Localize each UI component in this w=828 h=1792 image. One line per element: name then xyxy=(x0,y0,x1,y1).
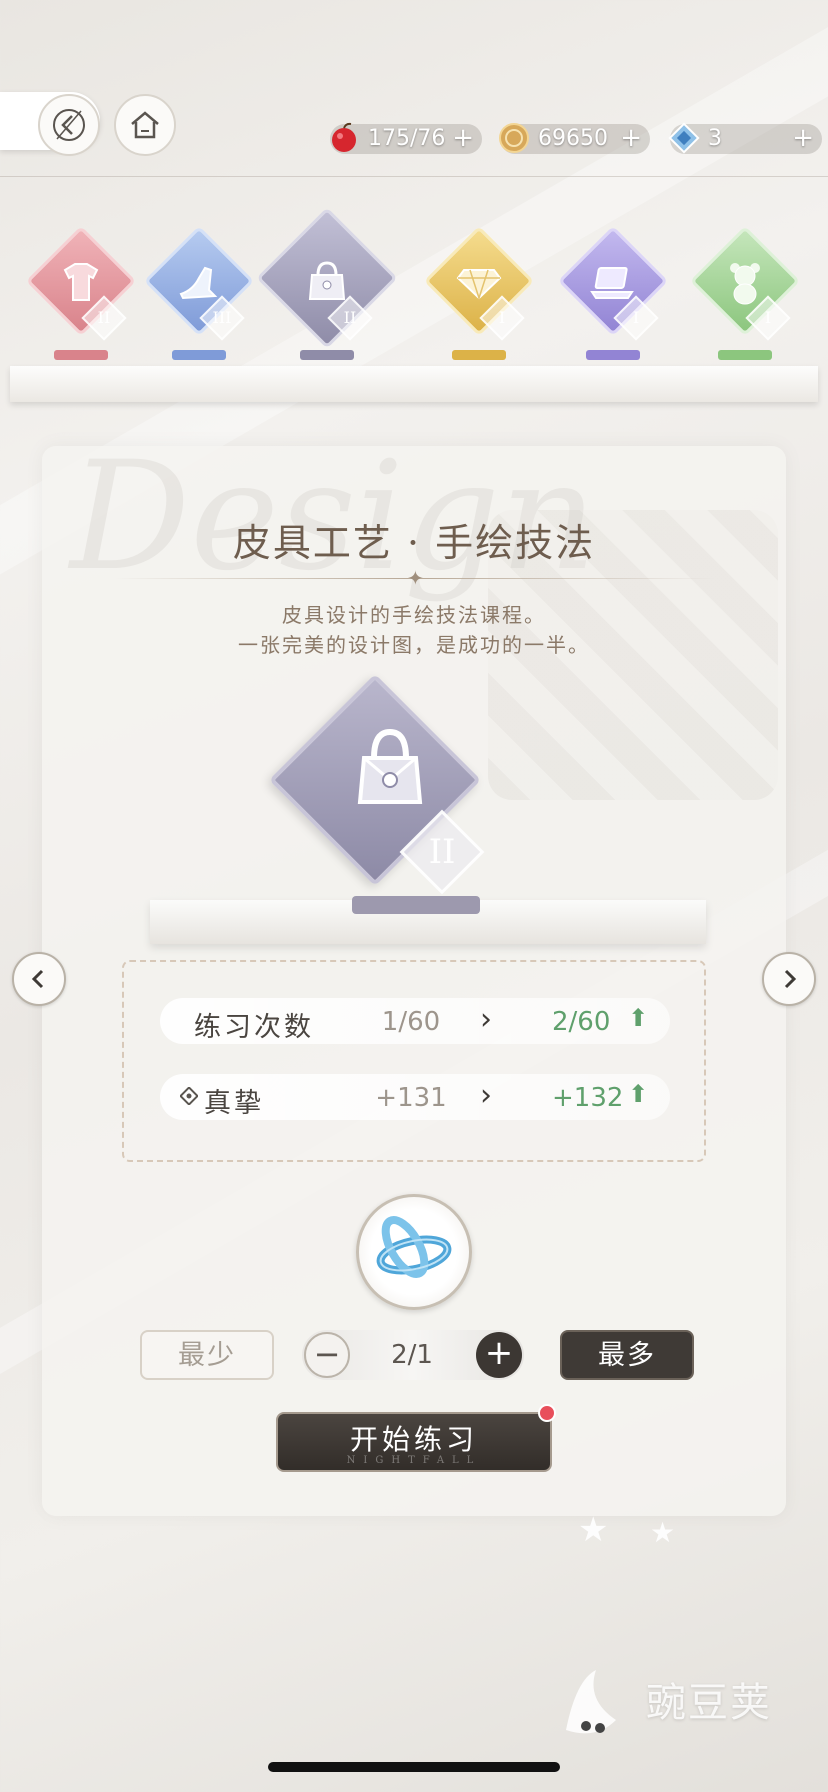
handbag-icon xyxy=(272,250,382,314)
add-stamina-button[interactable]: + xyxy=(452,123,474,153)
resource-stamina[interactable]: 175/76 + xyxy=(330,122,482,154)
max-quantity-button[interactable]: 最多 xyxy=(560,1330,694,1380)
category-level: II xyxy=(343,308,357,327)
chevron-right-icon xyxy=(784,969,797,989)
category-bags-selected[interactable]: II xyxy=(256,207,398,367)
notification-dot xyxy=(538,1404,556,1422)
stat-current-value: +131 xyxy=(375,1083,447,1113)
decrease-button[interactable]: − xyxy=(304,1332,350,1378)
description-line-2: 一张完美的设计图，是成功的一半。 xyxy=(238,633,590,657)
stat-label: 练习次数 xyxy=(194,1012,314,1043)
laptop-icon xyxy=(558,250,668,314)
next-course-button[interactable] xyxy=(762,952,816,1006)
practice-material-item[interactable] xyxy=(356,1194,472,1310)
stat-label: 真挚 xyxy=(204,1088,264,1119)
trophy-stand xyxy=(352,896,480,914)
category-stand xyxy=(586,350,640,360)
category-jewelry[interactable]: I xyxy=(423,225,535,367)
chevron-left-icon xyxy=(31,969,44,989)
stat-row-sincerity: 真挚 +131 › +132 ⬆ xyxy=(160,1074,670,1120)
star-decoration-icon: ★ xyxy=(650,1516,676,1549)
category-level: I xyxy=(632,308,640,327)
quantity-value: 2/1 xyxy=(391,1340,433,1370)
coin-value: 69650 xyxy=(538,126,608,151)
category-level: III xyxy=(212,308,232,327)
start-practice-button[interactable]: 开始练习 NIGHTFALL xyxy=(276,1412,552,1472)
chevron-right-icon: › xyxy=(480,1078,492,1113)
watermark-text: 豌豆荚 xyxy=(646,1680,772,1726)
resource-diamonds[interactable]: 3 + xyxy=(668,122,822,154)
category-toys[interactable]: I xyxy=(689,225,801,367)
apple-icon xyxy=(332,122,356,152)
add-coins-button[interactable]: + xyxy=(620,123,642,153)
sparkle-icon: ✦ xyxy=(407,566,424,590)
add-diamonds-button[interactable]: + xyxy=(792,123,814,153)
increase-button[interactable]: + xyxy=(476,1332,522,1378)
resource-coins[interactable]: 69650 + xyxy=(499,123,650,154)
star-decoration-icon: ★ xyxy=(578,1510,609,1550)
home-indicator[interactable] xyxy=(268,1762,560,1772)
stamina-value: 175/76 xyxy=(368,126,446,151)
top-divider xyxy=(0,176,828,177)
start-practice-label: 开始练习 xyxy=(349,1423,478,1456)
teddy-bear-icon xyxy=(690,250,800,314)
category-stand xyxy=(300,350,354,360)
category-stand xyxy=(452,350,506,360)
category-clothing[interactable]: II xyxy=(25,225,137,367)
diamond-icon xyxy=(668,122,700,154)
category-stand xyxy=(172,350,226,360)
high-heel-icon xyxy=(144,250,254,314)
ring-item-icon xyxy=(376,1216,452,1278)
chevron-right-icon: › xyxy=(480,1002,492,1037)
stat-current-value: 1/60 xyxy=(381,1007,441,1037)
wandoujia-logo-icon xyxy=(566,1670,616,1734)
arrow-up-icon: ⬆ xyxy=(628,1080,649,1108)
top-bar: 175/76 + 69650 + 3 + xyxy=(0,80,828,180)
course-title: 皮具工艺 · 手绘技法 xyxy=(232,521,596,565)
handbag-icon xyxy=(357,728,423,804)
arrow-up-icon: ⬆ xyxy=(628,1004,649,1032)
back-button[interactable] xyxy=(38,94,100,156)
home-button[interactable] xyxy=(114,94,176,156)
home-icon xyxy=(131,111,159,139)
category-shoes[interactable]: III xyxy=(143,225,255,367)
back-arrow-icon xyxy=(53,109,85,141)
category-level: I xyxy=(764,308,772,327)
diamond-value: 3 xyxy=(708,126,722,151)
course-level: II xyxy=(428,832,456,872)
category-stand xyxy=(718,350,772,360)
previous-course-button[interactable] xyxy=(12,952,66,1006)
sincerity-attribute-icon xyxy=(180,1087,198,1105)
practice-stats: 练习次数 1/60 › 2/60 ⬆ 真挚 +131 › +132 ⬆ xyxy=(122,960,706,1162)
quantity-stepper: − 2/1 + xyxy=(302,1330,524,1380)
category-level: II xyxy=(97,308,111,327)
stat-next-value: 2/60 xyxy=(552,1007,611,1037)
description-line-1: 皮具设计的手绘技法课程。 xyxy=(282,603,546,627)
stat-next-value: +132 xyxy=(552,1083,624,1113)
clothing-icon xyxy=(26,250,136,314)
course-description: 皮具设计的手绘技法课程。 一张完美的设计图，是成功的一半。 xyxy=(0,600,828,660)
category-shelf xyxy=(10,366,818,402)
min-quantity-button[interactable]: 最少 xyxy=(140,1330,274,1380)
start-button-subtitle: NIGHTFALL xyxy=(346,1455,482,1466)
category-electronics[interactable]: I xyxy=(557,225,669,367)
stat-row-practice-count: 练习次数 1/60 › 2/60 ⬆ xyxy=(160,998,670,1044)
category-stand xyxy=(54,350,108,360)
category-level: I xyxy=(498,308,506,327)
coin-icon xyxy=(499,123,529,153)
gem-icon xyxy=(424,250,534,314)
